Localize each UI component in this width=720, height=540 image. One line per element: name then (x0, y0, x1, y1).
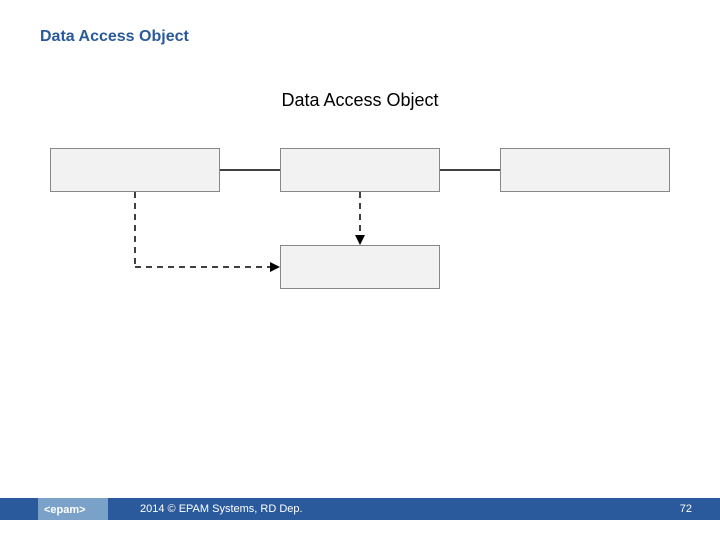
slide: Data Access Object Data Access Object <e… (0, 0, 720, 540)
logo-text: <epam> (44, 504, 86, 516)
epam-logo-icon: <epam> (44, 502, 102, 516)
slide-title: Data Access Object (40, 28, 189, 46)
footer-bar (0, 498, 720, 520)
diagram (50, 130, 670, 350)
footer-copyright: 2014 © EPAM Systems, RD Dep. (140, 498, 303, 520)
diagram-box-a (50, 148, 220, 192)
diagram-box-d (280, 245, 440, 289)
page-number: 72 (680, 498, 692, 520)
logo-chip: <epam> (38, 498, 108, 520)
diagram-box-c (500, 148, 670, 192)
diagram-title: Data Access Object (0, 90, 720, 111)
diagram-box-b (280, 148, 440, 192)
